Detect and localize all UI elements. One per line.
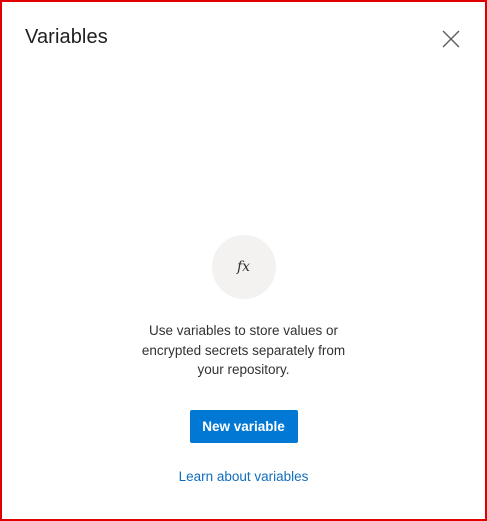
dialog-frame: Variables fx Use variables to store valu… (0, 0, 487, 521)
fx-icon-label: fx (236, 259, 251, 275)
fx-icon: fx (211, 235, 276, 299)
dialog-title: Variables (25, 26, 108, 48)
new-variable-button[interactable]: New variable (189, 409, 298, 443)
empty-state: fx Use variables to store values or encr… (5, 235, 482, 484)
variables-panel: Variables fx Use variables to store valu… (5, 5, 482, 516)
close-button[interactable] (439, 27, 463, 51)
empty-state-message: Use variables to store values or encrypt… (141, 323, 346, 377)
learn-about-variables-link[interactable]: Learn about variables (179, 469, 309, 484)
close-icon (442, 30, 460, 48)
